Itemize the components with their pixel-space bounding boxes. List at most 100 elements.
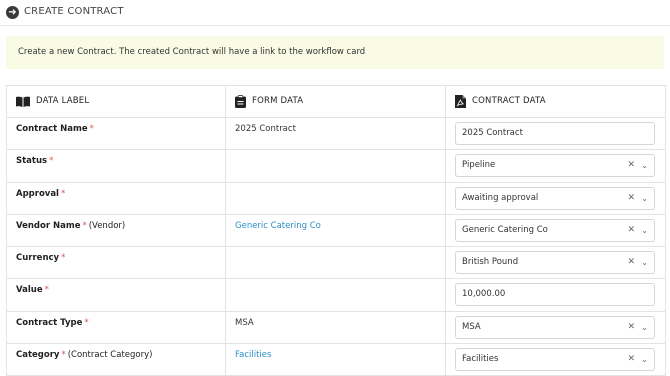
required-marker: * (44, 285, 49, 296)
table-row: Status * Pipeline ✕ ⌄ (6, 149, 666, 183)
chevron-down-icon[interactable]: ⌄ (641, 188, 648, 209)
column-header-label: FORM DATA (252, 96, 304, 106)
field-sublabel: (Contract Category) (67, 350, 153, 361)
chevron-down-icon[interactable]: ⌄ (641, 220, 648, 241)
clear-icon[interactable]: ✕ (627, 155, 635, 176)
info-notice: Create a new Contract. The created Contr… (6, 36, 664, 69)
form-data-cell: Facilities (225, 343, 446, 376)
value-input[interactable]: 10,000.00 (455, 283, 655, 307)
table-row: Category * (Contract Category) Facilities … (6, 343, 666, 376)
clear-icon[interactable]: ✕ (627, 317, 635, 338)
data-label-cell: Vendor Name * (Vendor) (6, 213, 226, 248)
field-label: Contract Name (16, 124, 88, 134)
select-value: MSA (462, 321, 481, 332)
select-value: Pipeline (462, 160, 496, 171)
clear-icon[interactable]: ✕ (627, 188, 635, 209)
column-header-data-label: DATA LABEL (6, 85, 226, 118)
clear-icon[interactable]: ✕ (627, 220, 635, 241)
column-header-contract-data: CONTRACT DATA (445, 85, 666, 118)
select-value: Awaiting approval (462, 192, 539, 203)
data-label-cell: Category * (Contract Category) (6, 343, 226, 376)
select-value: Facilities (462, 354, 499, 365)
back-arrow-icon[interactable]: ➜ (6, 6, 19, 19)
required-marker: * (49, 156, 54, 167)
form-data-cell (225, 246, 446, 280)
chevron-down-icon[interactable]: ⌄ (641, 155, 648, 176)
form-data-cell: 2025 Contract (225, 116, 446, 151)
currency-select[interactable]: British Pound ✕ ⌄ (455, 251, 655, 275)
vendor-select[interactable]: Generic Catering Co ✕ ⌄ (455, 218, 655, 242)
field-label: Currency (16, 253, 60, 264)
field-label: Value (16, 285, 43, 296)
table-row: Approval * Awaiting approval ✕ ⌄ (6, 181, 666, 215)
vendor-link[interactable]: Generic Catering Co (226, 215, 445, 231)
table-row: Vendor Name * (Vendor) Generic Catering Co… (6, 213, 666, 248)
page-header: ➜ CREATE CONTRACT (0, 0, 670, 26)
contract-data-cell: 10,000.00 (445, 278, 666, 312)
field-label: Contract Type (16, 317, 83, 328)
form-value (226, 279, 445, 285)
column-header-form-data: FORM DATA (225, 85, 446, 118)
column-header-label: DATA LABEL (36, 96, 90, 106)
required-marker: * (60, 188, 66, 199)
approval-select[interactable]: Awaiting approval ✕ ⌄ (455, 186, 655, 210)
form-value (226, 247, 445, 253)
required-marker: * (89, 124, 94, 134)
form-value (226, 150, 445, 156)
field-label: Vendor Name (16, 220, 81, 231)
chevron-down-icon[interactable]: ⌄ (641, 317, 648, 338)
pdf-file-icon (455, 94, 466, 108)
table-row: Value * 10,000.00 (6, 278, 666, 312)
data-label-cell: Contract Name * (6, 116, 226, 151)
contract-mapping-table: DATA LABEL FORM DATA CONTRACT DATA Contr… (6, 85, 666, 376)
status-select[interactable]: Pipeline ✕ ⌄ (455, 154, 655, 178)
form-data-cell: Generic Catering Co (225, 213, 446, 248)
data-label-cell: Contract Type * (6, 310, 226, 345)
field-label: Category (16, 350, 60, 361)
form-value: MSA (235, 317, 254, 328)
field-label: Status (16, 156, 48, 167)
select-value: Generic Catering Co (462, 224, 548, 235)
table-header-row: DATA LABEL FORM DATA CONTRACT DATA (6, 85, 666, 118)
data-label-cell: Status * (6, 149, 226, 183)
category-link[interactable]: Facilities (226, 344, 445, 360)
field-label: Approval (16, 188, 59, 199)
form-data-cell (225, 149, 446, 183)
field-sublabel: (Vendor) (88, 220, 126, 231)
required-marker: * (61, 253, 66, 264)
contract-data-cell: MSA ✕ ⌄ (445, 310, 666, 345)
required-marker: * (82, 220, 87, 231)
column-header-label: CONTRACT DATA (472, 96, 546, 106)
clipboard-icon (235, 94, 246, 108)
form-data-cell: MSA (225, 310, 446, 345)
input-value: 2025 Contract (462, 128, 523, 138)
required-marker: * (84, 317, 89, 328)
chevron-down-icon[interactable]: ⌄ (641, 252, 648, 273)
chevron-down-icon[interactable]: ⌄ (641, 349, 648, 370)
contract-data-cell: 2025 Contract (445, 116, 666, 151)
data-label-cell: Approval * (6, 181, 226, 215)
data-label-cell: Currency * (6, 246, 226, 280)
book-icon (16, 96, 30, 107)
data-label-cell: Value * (6, 278, 226, 312)
form-data-cell (225, 278, 446, 312)
contract-data-cell: Pipeline ✕ ⌄ (445, 149, 666, 183)
page-title: CREATE CONTRACT (24, 6, 124, 17)
required-marker: * (61, 350, 66, 361)
form-data-cell (225, 181, 446, 215)
category-select[interactable]: Facilities ✕ ⌄ (455, 348, 655, 372)
contract-data-cell: Facilities ✕ ⌄ (445, 343, 666, 376)
clear-icon[interactable]: ✕ (627, 252, 635, 273)
contract-name-input[interactable]: 2025 Contract (455, 122, 655, 145)
contract-type-select[interactable]: MSA ✕ ⌄ (455, 315, 655, 339)
table-row: Contract Name * 2025 Contract 2025 Contra… (6, 116, 666, 151)
contract-data-cell: Awaiting approval ✕ ⌄ (445, 181, 666, 215)
contract-data-cell: British Pound ✕ ⌄ (445, 246, 666, 280)
table-row: Contract Type * MSA MSA ✕ ⌄ (6, 310, 666, 345)
input-value: 10,000.00 (462, 289, 506, 300)
table-row: Currency * British Pound ✕ ⌄ (6, 246, 666, 280)
form-value (226, 183, 445, 189)
select-value: British Pound (462, 257, 519, 268)
clear-icon[interactable]: ✕ (627, 349, 635, 370)
form-value: 2025 Contract (235, 124, 296, 134)
